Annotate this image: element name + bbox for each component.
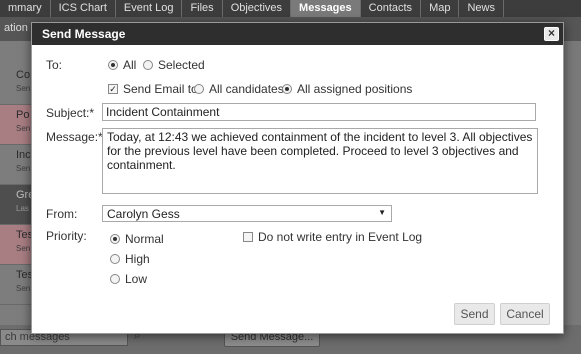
close-button[interactable]: × [544, 27, 559, 41]
tab-objectives[interactable]: Objectives [223, 0, 292, 17]
no-event-log-label: Do not write entry in Event Log [258, 230, 423, 244]
tab-news[interactable]: News [459, 0, 504, 17]
email-all-candidates-radio[interactable]: All candidates [194, 82, 284, 96]
priority-low-label: Low [125, 272, 148, 286]
radio-icon [110, 254, 120, 264]
to-selected-radio[interactable]: Selected [143, 58, 205, 72]
subject-label: Subject:* [46, 106, 95, 120]
send-message-dialog: Send Message × To: All Selected ✓ Send E… [31, 22, 564, 334]
send-button[interactable]: Send [454, 303, 495, 325]
email-all-candidates-label: All candidates [209, 82, 284, 96]
close-icon: × [547, 26, 555, 40]
to-selected-label: Selected [158, 58, 205, 72]
dialog-title: Send Message [42, 27, 126, 41]
radio-icon [143, 60, 153, 70]
dialog-titlebar: Send Message × [32, 23, 563, 45]
priority-normal-radio[interactable]: Normal [110, 232, 164, 246]
radio-icon [194, 84, 204, 94]
send-email-label: Send Email to [123, 82, 198, 96]
from-label: From: [46, 207, 78, 221]
tab-event-log[interactable]: Event Log [116, 0, 183, 17]
from-select-value: Carolyn Gess [107, 207, 180, 221]
tab-map[interactable]: Map [421, 0, 460, 17]
radio-icon [282, 84, 292, 94]
priority-high-label: High [125, 252, 150, 266]
from-select[interactable]: Carolyn Gess ▼ [102, 205, 392, 222]
message-textarea[interactable]: Today, at 12:43 we achieved containment … [102, 128, 538, 194]
priority-label: Priority: [46, 229, 87, 243]
background-tab-bar: mmary ICS Chart Event Log Files Objectiv… [0, 0, 581, 17]
radio-icon [110, 274, 120, 284]
to-label: To: [46, 58, 63, 72]
email-all-positions-label: All assigned positions [297, 82, 413, 96]
email-all-positions-radio[interactable]: All assigned positions [282, 82, 412, 96]
subject-input[interactable]: Incident Containment [102, 103, 536, 121]
no-event-log-checkbox[interactable]: Do not write entry in Event Log [243, 230, 422, 244]
priority-high-radio[interactable]: High [110, 252, 150, 266]
chevron-down-icon: ▼ [378, 208, 386, 217]
tab-files[interactable]: Files [182, 0, 223, 17]
message-label: Message:* [46, 130, 103, 144]
priority-normal-label: Normal [125, 232, 164, 246]
cancel-button[interactable]: Cancel [500, 303, 550, 325]
radio-icon [110, 234, 120, 244]
toolbar-label: ation [4, 22, 28, 34]
checkbox-icon [243, 232, 253, 242]
to-all-radio[interactable]: All [108, 58, 136, 72]
tab-contacts[interactable]: Contacts [361, 0, 422, 17]
send-email-checkbox[interactable]: ✓ Send Email to [108, 82, 198, 96]
priority-low-radio[interactable]: Low [110, 272, 147, 286]
checkbox-icon: ✓ [108, 84, 118, 94]
to-all-label: All [123, 58, 137, 72]
tab-ics-chart[interactable]: ICS Chart [51, 0, 116, 17]
radio-icon [108, 60, 118, 70]
tab-messages[interactable]: Messages [291, 0, 361, 17]
tab-summary[interactable]: mmary [0, 0, 51, 17]
